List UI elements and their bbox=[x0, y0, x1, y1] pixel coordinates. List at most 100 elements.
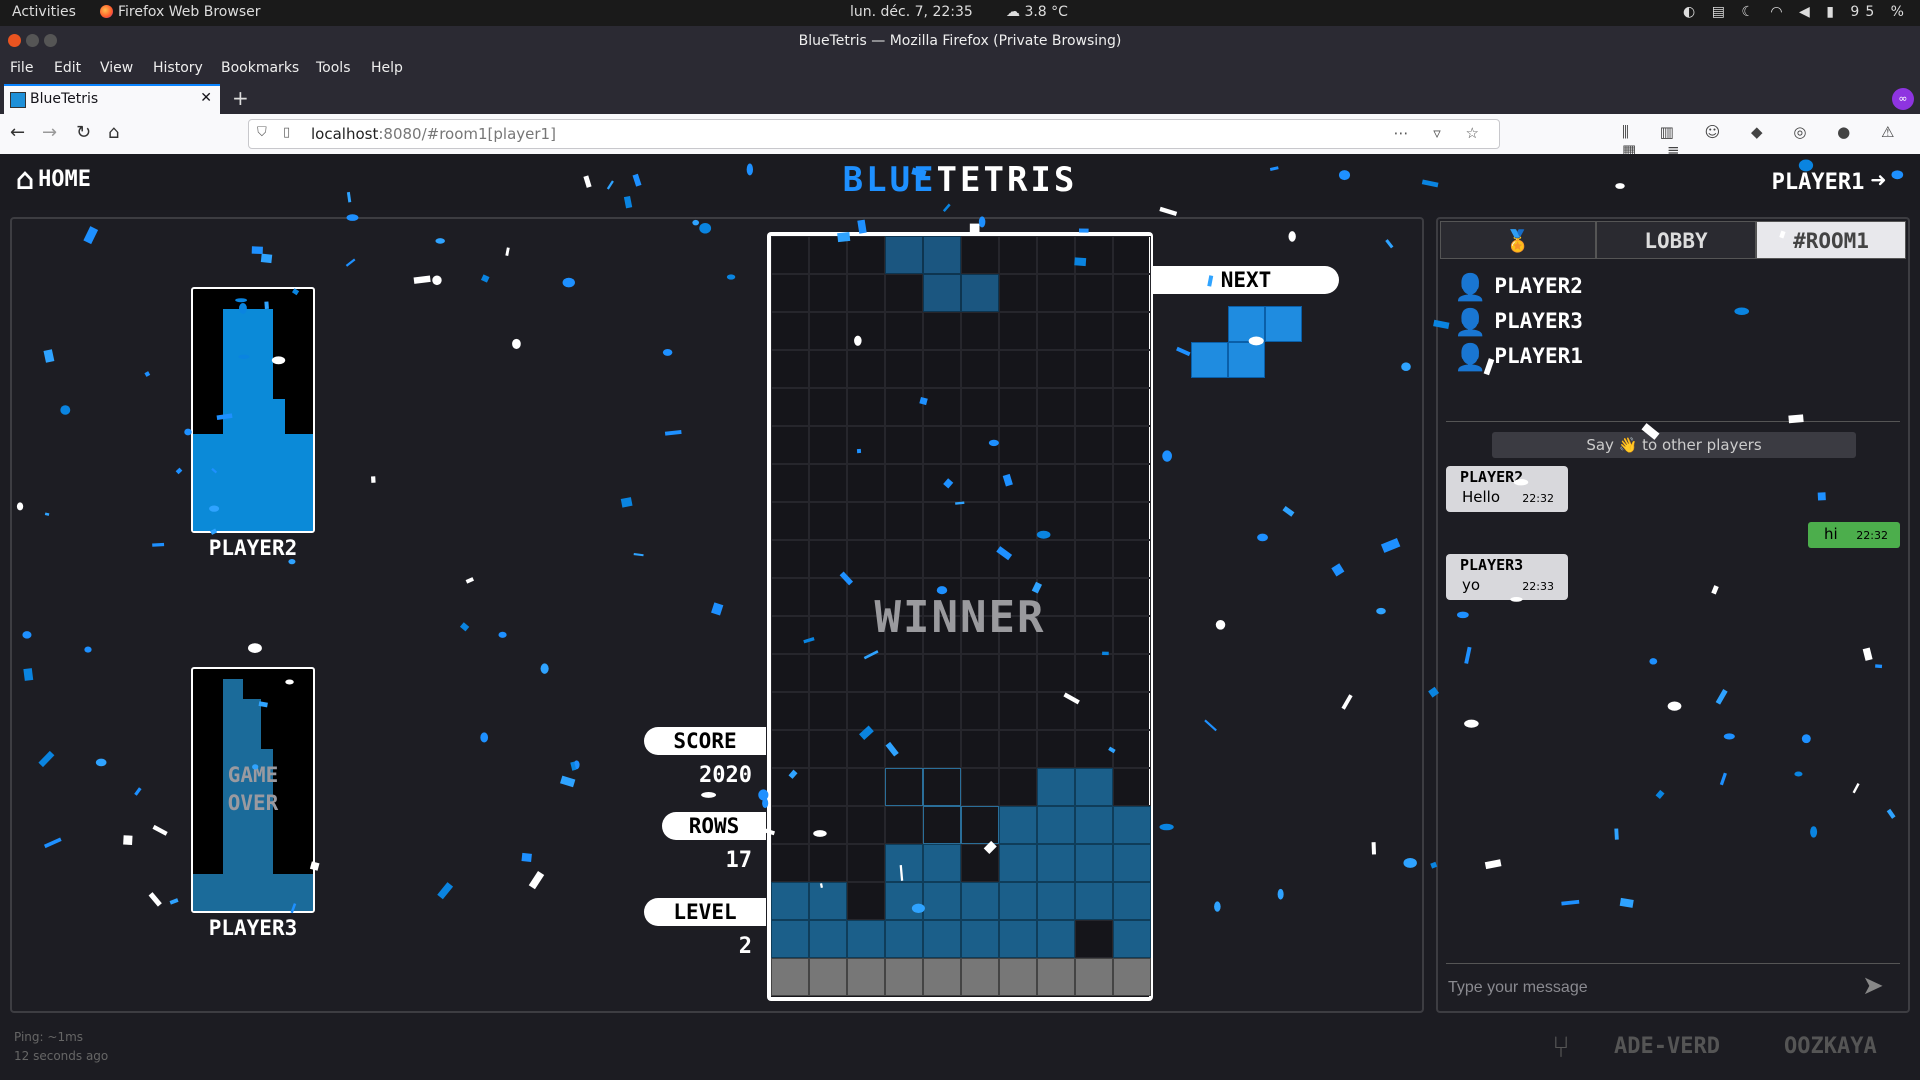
board-cell bbox=[809, 730, 847, 768]
board-cell bbox=[847, 236, 885, 274]
menu-tools[interactable]: Tools bbox=[316, 60, 351, 76]
logout-button[interactable]: PLAYER1 ➜ bbox=[1772, 166, 1886, 196]
author-link[interactable]: OOZKAYA bbox=[1784, 1034, 1877, 1059]
game-over-label: GAME OVER bbox=[193, 761, 313, 817]
board-cell bbox=[1075, 312, 1113, 350]
board-cell bbox=[847, 730, 885, 768]
chat-input[interactable] bbox=[1446, 971, 1850, 1005]
board-block bbox=[1075, 768, 1113, 806]
author-link[interactable]: ADE-VERD bbox=[1614, 1034, 1720, 1059]
board-block bbox=[923, 844, 961, 882]
page-info-icon[interactable]: ▯ bbox=[283, 125, 290, 140]
system-tray[interactable]: ◐ ▤ ☾ ◠ ◀ ▮ 95 % bbox=[1683, 4, 1910, 20]
board-cell bbox=[847, 274, 885, 312]
message-time: 22:33 bbox=[1522, 580, 1554, 593]
maximize-window-icon[interactable] bbox=[44, 34, 57, 47]
board-cell bbox=[923, 502, 961, 540]
board-cell bbox=[999, 540, 1037, 578]
board-cell bbox=[847, 464, 885, 502]
player-list-item: 👤 PLAYER1 bbox=[1454, 343, 1583, 373]
room-sidebar: 🏅 LOBBY #ROOM1 👤 PLAYER2 👤 PLAYER3 👤 PLAYER… bbox=[1436, 217, 1910, 1013]
opponent-stack bbox=[193, 434, 313, 531]
reload-icon[interactable]: ↻ bbox=[76, 122, 91, 143]
board-cell bbox=[999, 464, 1037, 502]
divider bbox=[1446, 963, 1900, 964]
board-cell bbox=[771, 312, 809, 350]
board-block bbox=[923, 806, 961, 844]
board-cell bbox=[1075, 350, 1113, 388]
board-cell bbox=[1075, 426, 1113, 464]
board-cell bbox=[1075, 730, 1113, 768]
board-cell bbox=[1113, 730, 1151, 768]
board-cell bbox=[771, 844, 809, 882]
next-piece-block bbox=[1265, 306, 1302, 342]
activities-button[interactable]: Activities bbox=[12, 4, 76, 20]
board-block bbox=[809, 958, 847, 996]
tab-room[interactable]: #ROOM1 bbox=[1756, 221, 1906, 259]
menu-help[interactable]: Help bbox=[371, 60, 403, 76]
send-icon[interactable]: ➤ bbox=[1862, 971, 1884, 1001]
home-icon[interactable]: ⌂ bbox=[108, 122, 119, 143]
new-tab-icon[interactable]: + bbox=[232, 86, 249, 110]
close-window-icon[interactable] bbox=[8, 34, 21, 47]
menu-edit[interactable]: Edit bbox=[54, 60, 81, 76]
menu-file[interactable]: File bbox=[10, 60, 33, 76]
tab-title: BlueTetris bbox=[30, 91, 99, 107]
minimize-window-icon[interactable] bbox=[26, 34, 39, 47]
board-cell bbox=[847, 844, 885, 882]
board-cell bbox=[847, 768, 885, 806]
board-grid: WINNER bbox=[771, 236, 1151, 997]
message-time: 22:32 bbox=[1522, 492, 1554, 505]
url-actions[interactable]: ⋯ ▿ ☆ bbox=[1393, 124, 1489, 142]
url-text: localhost:8080/#room1[player1] bbox=[311, 125, 556, 143]
ping-status: Ping: ~1ms bbox=[14, 1030, 84, 1044]
board-cell bbox=[1113, 654, 1151, 692]
tab-leaderboard[interactable]: 🏅 bbox=[1440, 221, 1596, 259]
board-block bbox=[771, 958, 809, 996]
board-cell bbox=[885, 654, 923, 692]
menu-history[interactable]: History bbox=[153, 60, 203, 76]
level-value: 2 bbox=[738, 934, 752, 959]
forward-icon[interactable]: → bbox=[42, 122, 57, 143]
board-cell bbox=[999, 654, 1037, 692]
game-over-line1: GAME bbox=[227, 763, 279, 787]
board-cell bbox=[1075, 540, 1113, 578]
navigation-bar: ← → ↻ ⌂ ⛉ ▯ localhost:8080/#room1[player… bbox=[0, 114, 1920, 159]
board-cell bbox=[999, 274, 1037, 312]
logo-blue: BLUE bbox=[842, 160, 937, 200]
user-icon: 👤 bbox=[1454, 308, 1487, 338]
close-tab-icon[interactable]: ✕ bbox=[200, 90, 212, 106]
git-branch-icon[interactable]: ⑂ bbox=[1552, 1030, 1570, 1065]
board-cell bbox=[961, 540, 999, 578]
menu-view[interactable]: View bbox=[100, 60, 133, 76]
board-block bbox=[847, 920, 885, 958]
back-icon[interactable]: ← bbox=[10, 122, 25, 143]
board-cell bbox=[999, 236, 1037, 274]
url-bar[interactable]: ⛉ ▯ localhost:8080/#room1[player1] ⋯ ▿ ☆ bbox=[248, 119, 1500, 149]
tetris-board[interactable]: WINNER bbox=[767, 232, 1153, 1001]
clock[interactable]: lun. déc. 7, 22:35 bbox=[850, 4, 973, 20]
tab-lobby[interactable]: LOBBY bbox=[1596, 221, 1756, 259]
tab-bluetetris[interactable]: BlueTetris ✕ bbox=[4, 84, 220, 114]
board-block bbox=[961, 806, 999, 844]
board-block bbox=[1075, 806, 1113, 844]
private-browsing-icon: ∞ bbox=[1892, 88, 1914, 110]
opponent-board-player2 bbox=[191, 287, 315, 533]
board-cell bbox=[771, 350, 809, 388]
board-block bbox=[923, 768, 961, 806]
board-cell bbox=[847, 426, 885, 464]
player-list-item: 👤 PLAYER3 bbox=[1454, 308, 1583, 338]
next-piece-block bbox=[1228, 342, 1265, 378]
player-name: PLAYER2 bbox=[1494, 274, 1583, 298]
player-list-item: 👤 PLAYER2 bbox=[1454, 273, 1583, 303]
tetris-favicon-icon bbox=[10, 92, 26, 108]
weather[interactable]: ☁ 3.8 °C bbox=[1006, 4, 1068, 20]
board-cell bbox=[771, 730, 809, 768]
board-cell bbox=[923, 540, 961, 578]
board-cell bbox=[961, 692, 999, 730]
message-author: PLAYER3 bbox=[1460, 556, 1524, 574]
menu-bookmarks[interactable]: Bookmarks bbox=[221, 60, 299, 76]
tracking-shield-icon[interactable]: ⛉ bbox=[257, 125, 267, 140]
board-cell bbox=[885, 692, 923, 730]
app-menu[interactable]: Firefox Web Browser bbox=[100, 4, 261, 20]
